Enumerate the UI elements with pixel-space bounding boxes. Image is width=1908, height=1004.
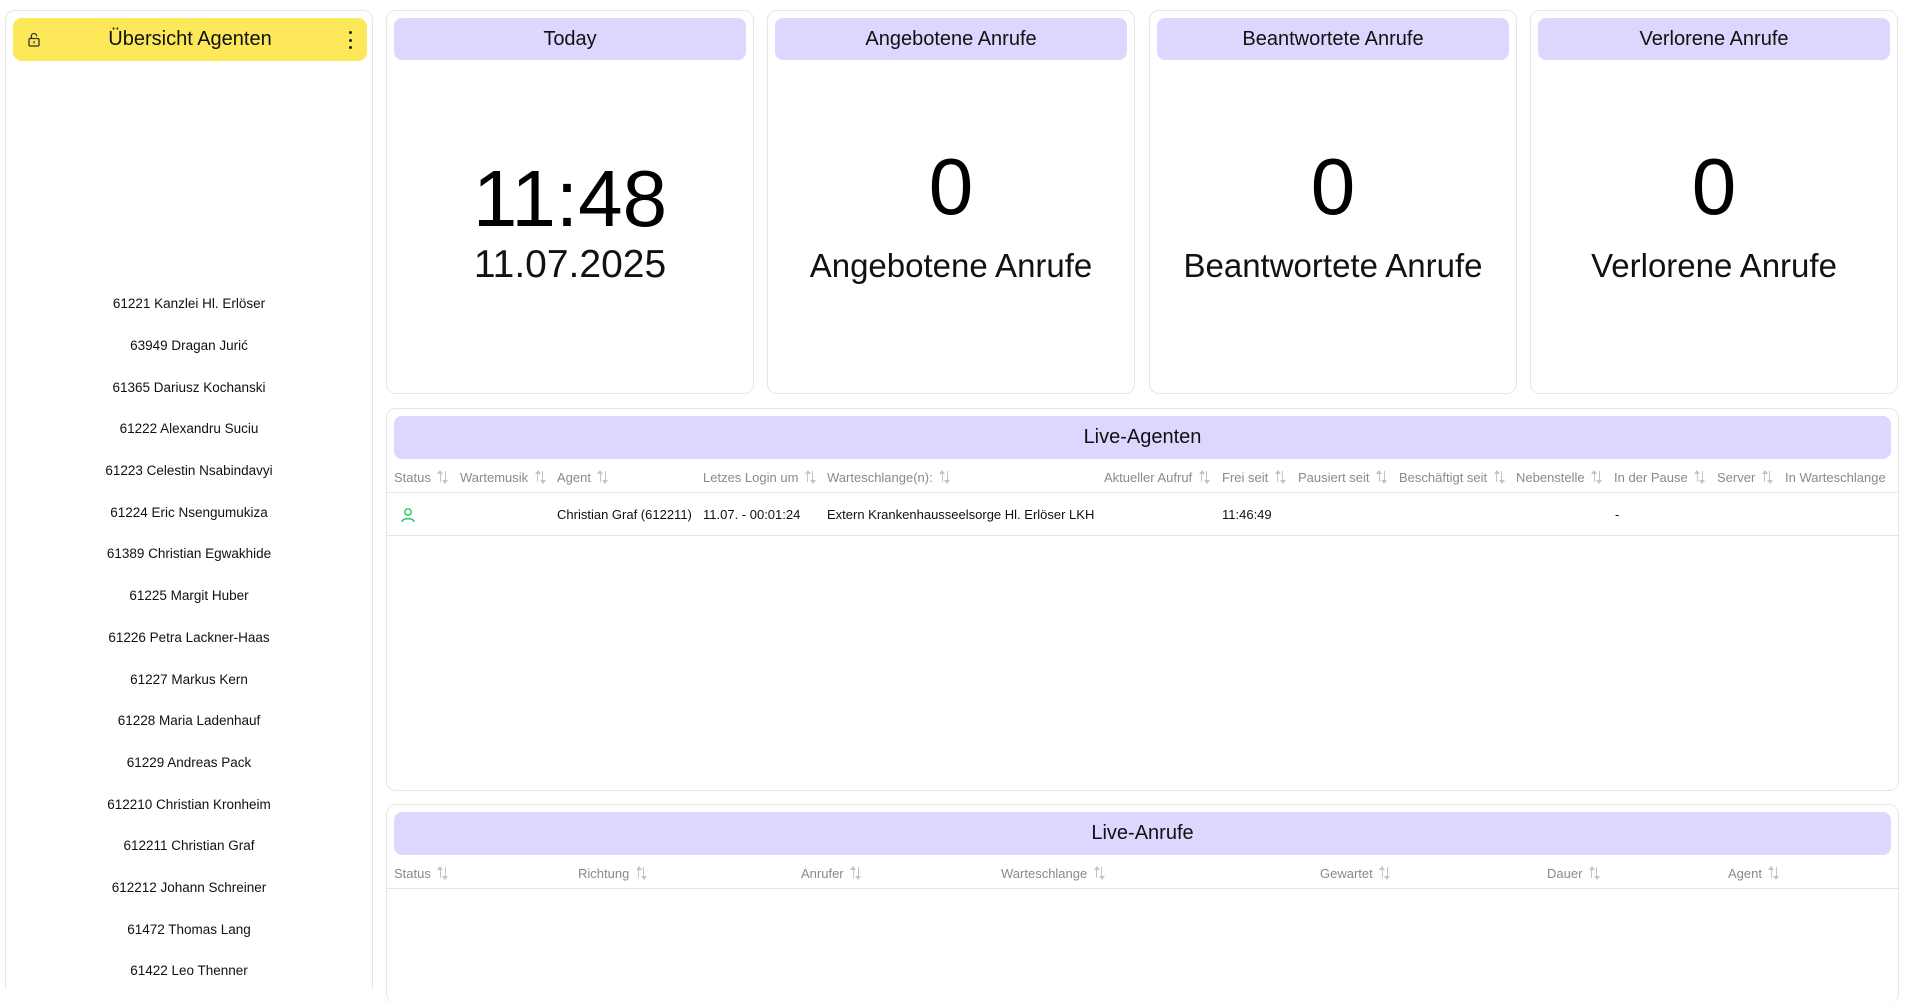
column-header-wartemusik[interactable]: Wartemusik bbox=[460, 461, 546, 493]
answered-calls-title: Beantwortete Anrufe bbox=[1157, 18, 1509, 60]
agent-list-item[interactable]: 61226 Petra Lackner-Haas bbox=[6, 617, 372, 659]
offered-calls-card: Angebotene Anrufe 0 Angebotene Anrufe bbox=[767, 10, 1135, 394]
column-header-extension[interactable]: Nebenstelle bbox=[1516, 461, 1603, 493]
more-vertical-icon[interactable] bbox=[347, 31, 353, 49]
column-header-in-pause[interactable]: In der Pause bbox=[1614, 461, 1706, 493]
sort-icon[interactable] bbox=[1768, 866, 1780, 880]
column-header-current-call[interactable]: Aktueller Aufruf bbox=[1104, 461, 1210, 493]
lock-icon[interactable] bbox=[27, 32, 41, 47]
sort-icon[interactable] bbox=[437, 866, 449, 880]
column-header-agent[interactable]: Agent bbox=[557, 461, 609, 493]
sort-icon[interactable] bbox=[1588, 866, 1600, 880]
sort-icon[interactable] bbox=[1379, 866, 1391, 880]
column-header-status[interactable]: Status bbox=[394, 857, 449, 889]
agent-cell: Christian Graf (612211) bbox=[557, 507, 692, 522]
column-header-duration[interactable]: Dauer bbox=[1547, 857, 1600, 889]
agent-list-item[interactable]: 61222 Alexandru Suciu bbox=[6, 408, 372, 450]
sidebar-title: Übersicht Agenten bbox=[108, 28, 272, 50]
status-cell bbox=[400, 493, 416, 536]
sort-icon[interactable] bbox=[534, 470, 546, 484]
lost-calls-title: Verlorene Anrufe bbox=[1538, 18, 1890, 60]
sort-icon[interactable] bbox=[1093, 866, 1105, 880]
column-header-queue[interactable]: Warteschlange bbox=[1001, 857, 1105, 889]
sort-icon[interactable] bbox=[939, 470, 951, 484]
agent-list-item[interactable]: 61229 Andreas Pack bbox=[6, 742, 372, 784]
agent-list-item[interactable]: 61221 Kanzlei Hl. Erlöser bbox=[6, 283, 372, 325]
sort-icon[interactable] bbox=[804, 470, 816, 484]
lost-calls-card: Verlorene Anrufe 0 Verlorene Anrufe bbox=[1530, 10, 1898, 394]
column-header-caller[interactable]: Anrufer bbox=[801, 857, 862, 889]
agent-list-item[interactable]: 61224 Eric Nsengumukiza bbox=[6, 491, 372, 533]
offered-calls-value: 0 bbox=[928, 142, 974, 231]
free-since-cell: 11:46:49 bbox=[1222, 507, 1272, 522]
sort-icon[interactable] bbox=[1274, 470, 1286, 484]
answered-calls-value: 0 bbox=[1310, 142, 1356, 231]
offered-calls-title: Angebotene Anrufe bbox=[775, 18, 1127, 60]
today-card: Today 11:48 11.07.2025 bbox=[386, 10, 754, 394]
today-card-title: Today bbox=[394, 18, 746, 60]
sort-icon[interactable] bbox=[1493, 470, 1505, 484]
column-header-server[interactable]: Server bbox=[1717, 461, 1773, 493]
agents-sidebar: Übersicht Agenten 61221 Kanzlei Hl. Erlö… bbox=[5, 10, 373, 989]
current-date: 11.07.2025 bbox=[473, 243, 667, 286]
column-header-queues[interactable]: Warteschlange(n): bbox=[827, 461, 951, 493]
column-header-busy-since[interactable]: Beschäftigt seit bbox=[1399, 461, 1505, 493]
agent-list-item[interactable]: 61223 Celestin Nsabindavyi bbox=[6, 450, 372, 492]
column-header-status[interactable]: Status bbox=[394, 461, 449, 493]
live-calls-panel: Live-Anrufe Status Richtung Anrufer Wart… bbox=[386, 804, 1899, 1004]
sort-icon[interactable] bbox=[1591, 470, 1603, 484]
sort-icon[interactable] bbox=[1761, 470, 1773, 484]
agent-list-item[interactable]: 63949 Dragan Jurić bbox=[6, 325, 372, 367]
agent-list-item[interactable]: 61227 Markus Kern bbox=[6, 658, 372, 700]
agent-list-item[interactable]: 61422 Leo Thenner bbox=[6, 950, 372, 992]
agent-list-item[interactable]: 61365 Dariusz Kochanski bbox=[6, 366, 372, 408]
agent-list-item[interactable]: 61472 Thomas Lang bbox=[6, 908, 372, 950]
agent-list-item[interactable]: 612210 Christian Kronheim bbox=[6, 783, 372, 825]
lost-calls-value: 0 bbox=[1691, 142, 1737, 231]
sort-icon[interactable] bbox=[635, 866, 647, 880]
table-row[interactable]: Christian Graf (612211) 11.07. - 00:01:2… bbox=[387, 493, 1898, 536]
live-calls-title: Live-Anrufe bbox=[394, 812, 1891, 855]
sidebar-header: Übersicht Agenten bbox=[13, 18, 367, 61]
sort-icon[interactable] bbox=[1376, 470, 1388, 484]
answered-calls-label: Beantwortete Anrufe bbox=[1183, 247, 1483, 284]
current-time: 11:48 bbox=[472, 154, 668, 243]
column-header-paused-since[interactable]: Pausiert seit bbox=[1298, 461, 1388, 493]
agent-list-item[interactable]: 61228 Maria Ladenhauf bbox=[6, 700, 372, 742]
agent-list-item[interactable]: 61389 Christian Egwakhide bbox=[6, 533, 372, 575]
live-agents-title: Live-Agenten bbox=[394, 416, 1891, 459]
agent-list-item[interactable]: 61225 Margit Huber bbox=[6, 575, 372, 617]
live-calls-table-header: Status Richtung Anrufer Warteschlange Ge… bbox=[387, 857, 1898, 889]
sort-icon[interactable] bbox=[850, 866, 862, 880]
column-header-agent[interactable]: Agent bbox=[1728, 857, 1780, 889]
column-header-free-since[interactable]: Frei seit bbox=[1222, 461, 1286, 493]
agent-list: 61221 Kanzlei Hl. Erlöser 63949 Dragan J… bbox=[6, 283, 372, 992]
offered-calls-label: Angebotene Anrufe bbox=[809, 247, 1093, 284]
queues-cell: Extern Krankenhausseelsorge Hl. Erlöser … bbox=[827, 507, 1095, 522]
column-header-in-queue[interactable]: In Warteschlange bbox=[1785, 461, 1886, 493]
sort-icon[interactable] bbox=[1198, 470, 1210, 484]
column-header-waited[interactable]: Gewartet bbox=[1320, 857, 1391, 889]
sort-icon[interactable] bbox=[597, 470, 609, 484]
agent-list-item[interactable]: 612211 Christian Graf bbox=[6, 825, 372, 867]
lost-calls-label: Verlorene Anrufe bbox=[1591, 247, 1837, 284]
column-header-last-login[interactable]: Letzes Login um bbox=[703, 461, 816, 493]
answered-calls-card: Beantwortete Anrufe 0 Beantwortete Anruf… bbox=[1149, 10, 1517, 394]
in-pause-cell: - bbox=[1615, 507, 1620, 522]
sort-icon[interactable] bbox=[437, 470, 449, 484]
column-header-direction[interactable]: Richtung bbox=[578, 857, 647, 889]
sort-icon[interactable] bbox=[1694, 470, 1706, 484]
live-agents-panel: Live-Agenten Status Wartemusik Agent Let… bbox=[386, 408, 1899, 791]
last-login-cell: 11.07. - 00:01:24 bbox=[703, 507, 801, 522]
agent-list-item[interactable]: 612212 Johann Schreiner bbox=[6, 867, 372, 909]
user-icon bbox=[401, 507, 415, 522]
live-agents-table-header: Status Wartemusik Agent Letzes Login um … bbox=[387, 461, 1898, 493]
